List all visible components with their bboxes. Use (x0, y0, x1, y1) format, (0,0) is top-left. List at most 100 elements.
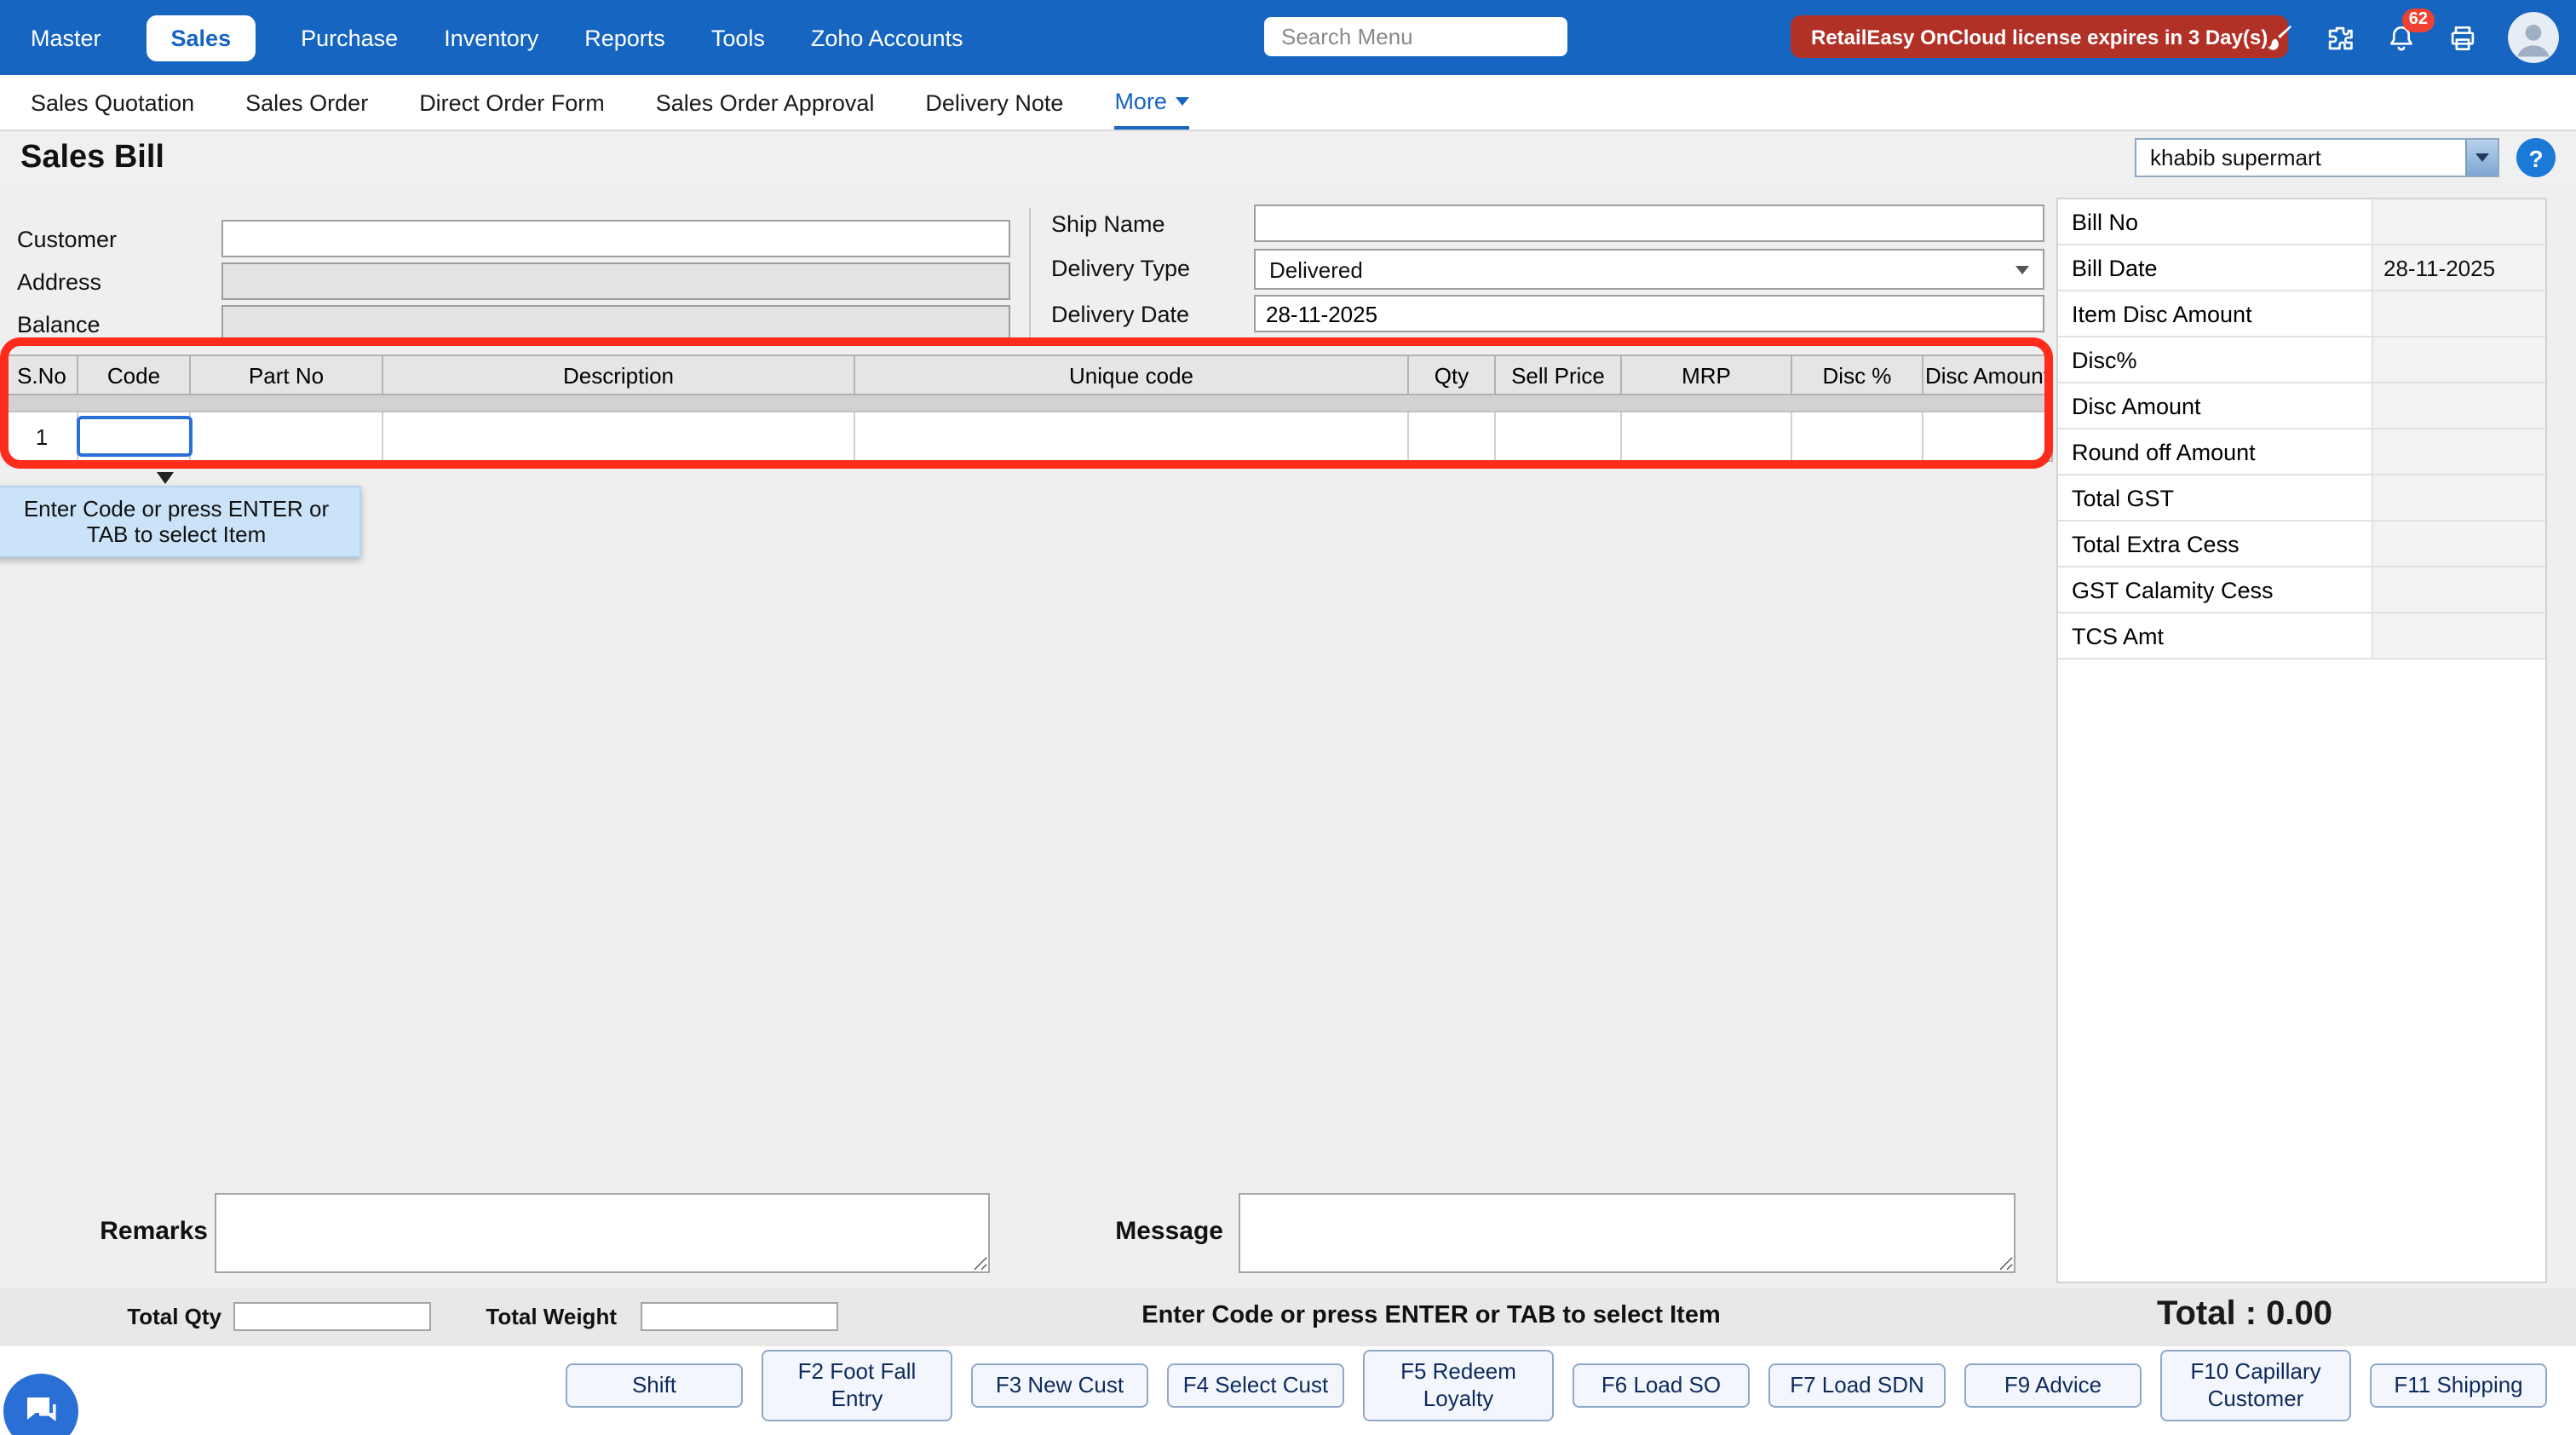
puzzle-icon[interactable] (2324, 21, 2356, 54)
column-header-disc-percent: Disc % (1792, 356, 1923, 394)
cell-description[interactable] (383, 412, 855, 460)
column-header-sno: S.No (7, 356, 78, 394)
top-navigation-bar: Master Sales Purchase Inventory Reports … (0, 0, 2576, 75)
balance-label: Balance (17, 312, 101, 337)
bill-summary-panel: Bill No Bill Date 28-11-2025 Item Disc A… (2056, 198, 2547, 1283)
shift-button[interactable]: Shift (566, 1363, 743, 1407)
f7-load-sdn-button[interactable]: F7 Load SDN (1768, 1363, 1946, 1407)
cell-qty[interactable] (1409, 412, 1496, 460)
summary-value (2372, 614, 2545, 658)
summary-label: Item Disc Amount (2058, 291, 2372, 336)
column-header-sell-price: Sell Price (1496, 356, 1622, 394)
items-table: S.No Code Part No Description Unique cod… (5, 354, 2053, 462)
page-title: Sales Bill (20, 139, 164, 176)
chevron-down-icon (1176, 96, 1189, 105)
tab-more[interactable]: More (1114, 75, 1189, 130)
summary-label: Bill No (2058, 199, 2372, 244)
cell-sell-price[interactable] (1496, 412, 1622, 460)
search-input[interactable] (1264, 17, 1567, 56)
notification-count-badge: 62 (2402, 8, 2435, 32)
f11-shipping-button[interactable]: F11 Shipping (2370, 1363, 2547, 1407)
column-header-code: Code (78, 356, 191, 394)
license-alert-badge[interactable]: RetailEasy OnCloud license expires in 3 … (1791, 15, 2288, 58)
summary-value (2372, 475, 2545, 520)
table-separator-strip (7, 395, 2051, 412)
customer-input[interactable] (221, 220, 1010, 257)
tab-sales-order-approval[interactable]: Sales Order Approval (656, 75, 875, 130)
sales-bill-screen: Master Sales Purchase Inventory Reports … (0, 0, 2576, 1435)
f10-capillary-customer-button[interactable]: F10 Capillary Customer (2160, 1351, 2351, 1421)
main-menu: Master Sales Purchase Inventory Reports … (31, 14, 963, 61)
menu-sales[interactable]: Sales (147, 14, 256, 61)
summary-row: Total GST (2058, 475, 2545, 522)
summary-label: Total Extra Cess (2058, 522, 2372, 566)
summary-value (2372, 291, 2545, 336)
summary-row: Disc Amount (2058, 383, 2545, 429)
item-code-input[interactable] (76, 416, 192, 457)
code-entry-tooltip: Enter Code or press ENTER or TAB to sele… (0, 486, 361, 557)
store-selector-value: khabib supermart (2150, 145, 2321, 170)
summary-row: Disc% (2058, 337, 2545, 383)
message-textarea[interactable] (1239, 1193, 2015, 1273)
f2-foot-fall-entry-button[interactable]: F2 Foot Fall Entry (762, 1351, 952, 1421)
totals-bar: Total Qty Total Weight Enter Code or pre… (0, 1288, 2576, 1346)
printer-icon[interactable] (2447, 21, 2479, 54)
ship-name-input[interactable] (1254, 205, 2044, 242)
cell-part-no[interactable] (191, 412, 383, 460)
delivery-date-input[interactable] (1254, 295, 2044, 332)
delivery-type-select[interactable]: Delivered (1254, 249, 2044, 290)
f5-redeem-loyalty-button[interactable]: F5 Redeem Loyalty (1363, 1351, 1554, 1421)
customer-label: Customer (17, 227, 117, 252)
tab-sales-order[interactable]: Sales Order (245, 75, 368, 130)
delivery-type-value: Delivered (1269, 256, 1363, 282)
summary-row: Item Disc Amount (2058, 291, 2545, 337)
f6-load-so-button[interactable]: F6 Load SO (1573, 1363, 1750, 1407)
f9-advice-button[interactable]: F9 Advice (1964, 1363, 2142, 1407)
summary-label: TCS Amt (2058, 614, 2372, 658)
column-header-part-no: Part No (191, 356, 383, 394)
remarks-textarea[interactable] (215, 1193, 990, 1273)
sales-sub-navigation: Sales Quotation Sales Order Direct Order… (0, 75, 2576, 131)
main-content: Customer Address Balance Ship Name Deliv… (0, 184, 2576, 1288)
summary-value (2372, 522, 2545, 566)
tab-delivery-note[interactable]: Delivery Note (925, 75, 1063, 130)
avatar[interactable] (2508, 12, 2559, 63)
summary-value (2372, 337, 2545, 382)
summary-label: GST Calamity Cess (2058, 568, 2372, 612)
remarks-label: Remarks (61, 1217, 208, 1246)
cell-disc-percent[interactable] (1792, 412, 1923, 460)
grand-total: Total : 0.00 (2157, 1295, 2332, 1334)
summary-row: Round off Amount (2058, 429, 2545, 475)
total-qty-input[interactable] (233, 1302, 431, 1331)
summary-row: TCS Amt (2058, 614, 2545, 660)
store-selector[interactable]: khabib supermart (2135, 138, 2499, 177)
title-right-controls: khabib supermart ? (2135, 138, 2556, 177)
tab-direct-order-form[interactable]: Direct Order Form (419, 75, 605, 130)
address-label: Address (17, 269, 101, 295)
bell-icon[interactable]: 62 (2385, 21, 2418, 54)
total-weight-label: Total Weight (429, 1304, 617, 1329)
cell-disc-amount[interactable] (1923, 412, 2051, 460)
brush-icon[interactable] (2263, 21, 2295, 54)
help-icon[interactable]: ? (2516, 138, 2556, 177)
menu-purchase[interactable]: Purchase (301, 25, 398, 50)
summary-value: 28-11-2025 (2372, 245, 2545, 290)
tab-sales-quotation[interactable]: Sales Quotation (31, 75, 194, 130)
menu-master[interactable]: Master (31, 25, 101, 50)
ship-name-label: Ship Name (1051, 211, 1165, 237)
cell-mrp[interactable] (1622, 412, 1792, 460)
summary-label: Total GST (2058, 475, 2372, 520)
total-weight-input[interactable] (641, 1302, 838, 1331)
cell-sno: 1 (7, 412, 78, 460)
cell-unique-code[interactable] (855, 412, 1409, 460)
menu-inventory[interactable]: Inventory (444, 25, 538, 50)
f4-select-cust-button[interactable]: F4 Select Cust (1167, 1363, 1344, 1407)
cell-code[interactable] (78, 412, 191, 460)
store-selector-arrow-icon[interactable] (2465, 140, 2498, 176)
menu-reports[interactable]: Reports (584, 25, 665, 50)
address-input (221, 262, 1010, 300)
menu-tools[interactable]: Tools (711, 25, 765, 50)
f3-new-cust-button[interactable]: F3 New Cust (971, 1363, 1148, 1407)
summary-label: Disc% (2058, 337, 2372, 382)
menu-zoho-accounts[interactable]: Zoho Accounts (811, 25, 963, 50)
